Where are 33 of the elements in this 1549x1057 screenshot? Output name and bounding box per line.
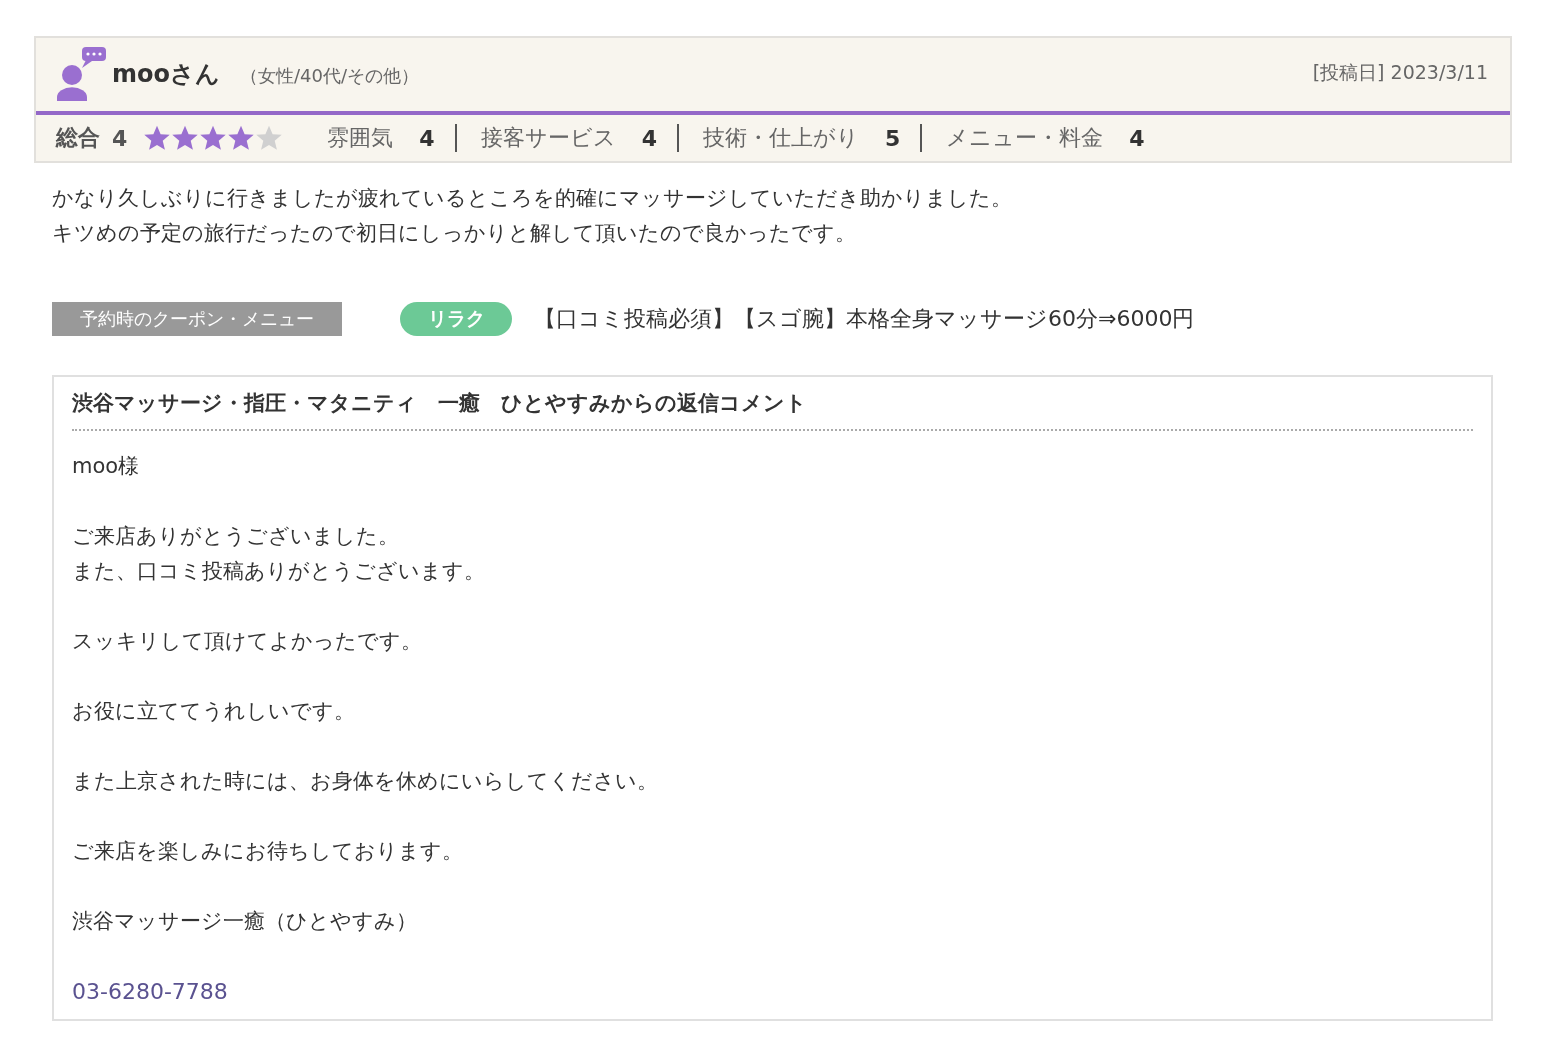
coupon-menu-text: 【口コミ投稿必須】【スゴ腕】本格全身マッサージ60分⇒6000円 xyxy=(534,305,1195,333)
reply-title: 渋谷マッサージ・指圧・マタニティ 一癒 ひとやすみからの返信コメント xyxy=(72,377,1473,431)
reply-text: ご来店ありがとうございました。 xyxy=(72,523,400,550)
user-chat-icon xyxy=(56,46,108,101)
overall-label: 総合 xyxy=(56,124,100,152)
reply-text: ご来店を楽しみにお待ちしております。 xyxy=(72,838,464,865)
rating-label: 接客サービス xyxy=(480,124,616,152)
star-icon xyxy=(227,124,256,152)
coupon-label: 予約時のクーポン・メニュー xyxy=(52,302,342,336)
phone-link[interactable]: 03-6280-7788 xyxy=(72,979,228,1004)
category-tag: リラク xyxy=(400,302,512,336)
user-profile: （女性/40代/その他） xyxy=(240,63,420,88)
reply-text: スッキリして頂けてよかったです。 xyxy=(72,628,423,655)
rating-label: 技術・仕上がり xyxy=(702,124,859,152)
reply-text: また上京された時には、お身体を休めにいらしてください。 xyxy=(72,768,659,795)
rating-score: 4 xyxy=(1129,125,1145,151)
review-text: かなり久しぶりに行きましたが疲れているところを的確にマッサージしていただき助かりました。 xyxy=(52,185,1013,212)
rating-score: 4 xyxy=(641,125,657,151)
rating-label: メニュー・料金 xyxy=(946,124,1104,152)
post-date: [投稿日] 2023/3/11 xyxy=(1312,60,1488,85)
reply-text: また、口コミ投稿ありがとうございます。 xyxy=(72,558,486,585)
reply-text: 渋谷マッサージ一癒（ひとやすみ） xyxy=(72,908,418,935)
rating-label: 雰囲気 xyxy=(327,124,394,152)
star-icon xyxy=(143,124,172,152)
overall-score: 4 xyxy=(112,125,128,151)
reply-text: お役に立ててうれしいです。 xyxy=(72,698,356,725)
user-name: mooさん xyxy=(112,58,220,90)
star-icon xyxy=(199,124,228,152)
rating-score: 4 xyxy=(419,125,435,151)
rating-score: 5 xyxy=(884,125,901,151)
review-text: キツめの予定の旅行だったので初日にしっかりと解して頂いたので良かったです。 xyxy=(52,220,857,247)
star-icon xyxy=(171,124,200,152)
reply-text: moo様 xyxy=(72,453,141,480)
